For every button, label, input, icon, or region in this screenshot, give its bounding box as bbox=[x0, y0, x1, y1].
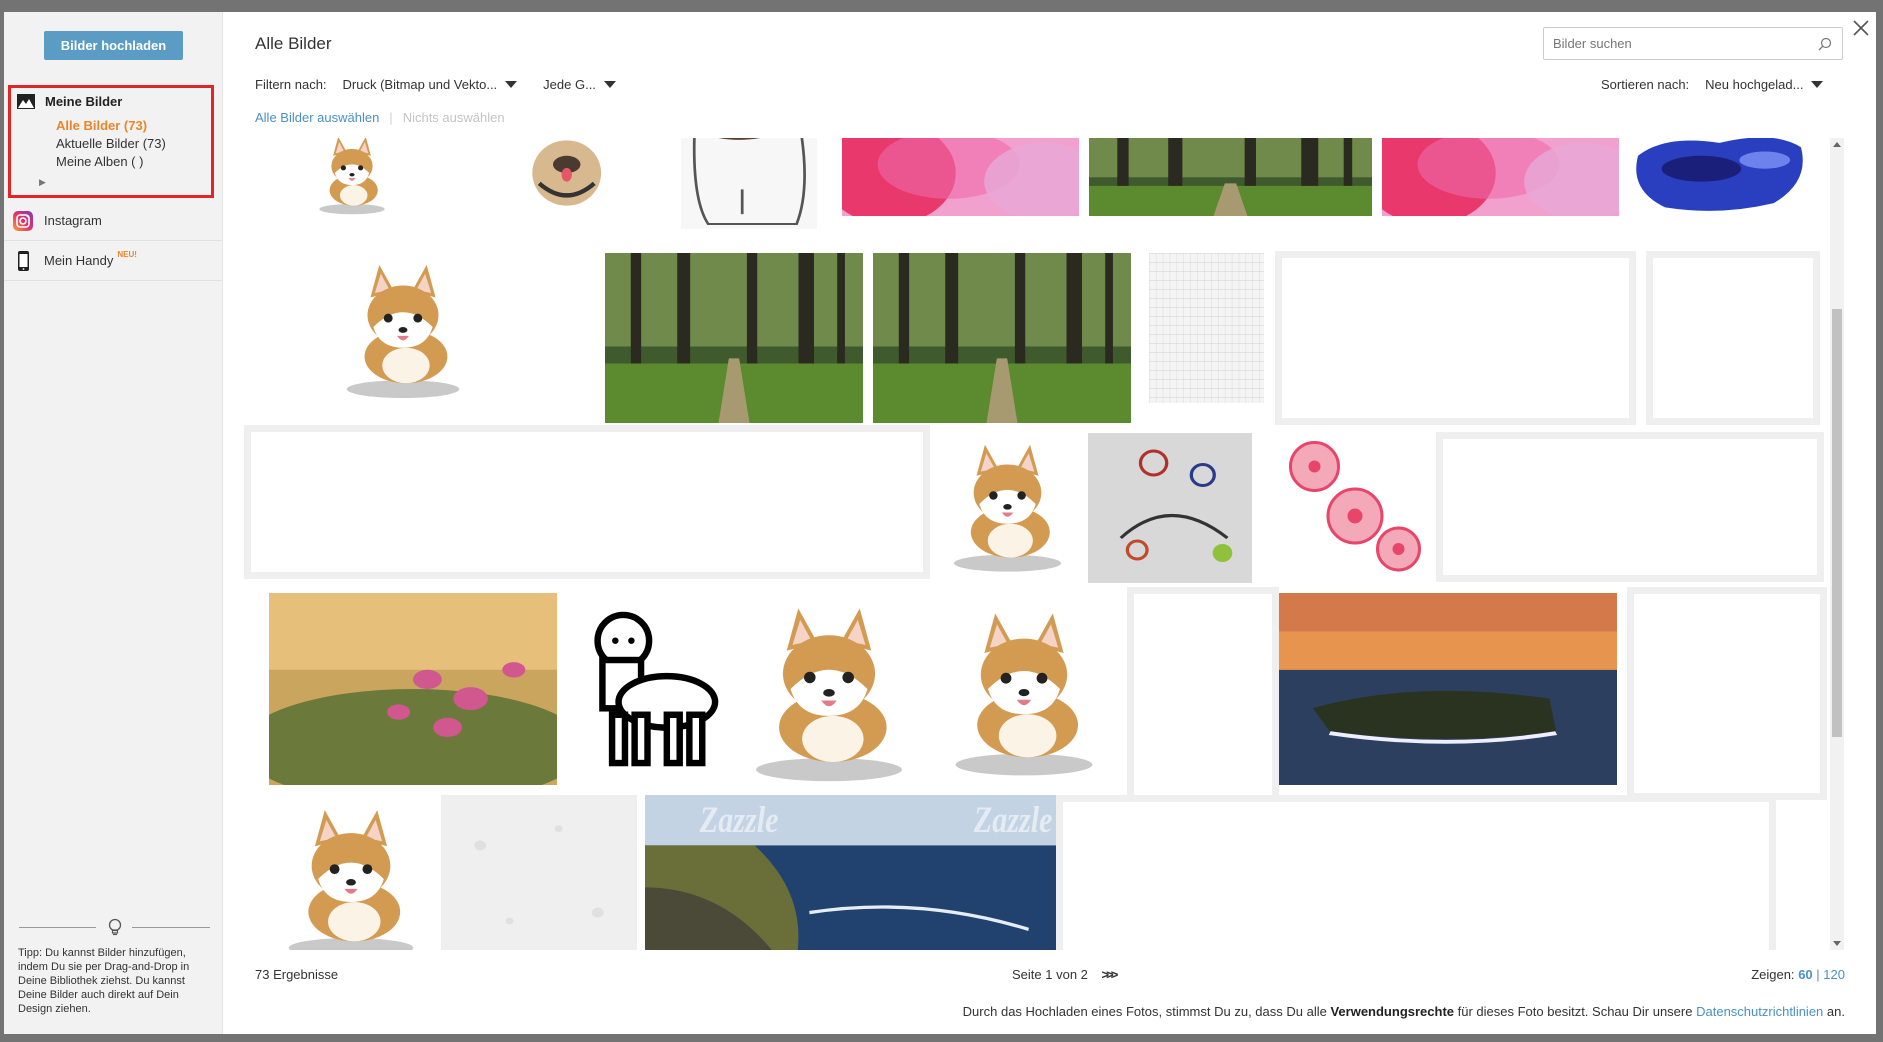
legal-text-3: an. bbox=[1826, 1004, 1845, 1019]
lightbulb-icon bbox=[108, 918, 122, 936]
watermark-text: Zazzle bbox=[699, 800, 779, 841]
forest-path-image[interactable] bbox=[1089, 138, 1372, 216]
filter-size-dropdown[interactable]: Jede G... bbox=[543, 77, 616, 92]
forest-path-image-2[interactable] bbox=[873, 253, 1131, 423]
selection-bar: Alle Bilder auswählen | Nichts auswählen bbox=[255, 110, 505, 125]
chevron-down-icon bbox=[603, 81, 616, 88]
search-input[interactable] bbox=[1544, 28, 1804, 59]
tip-text: Tipp: Du kannst Bilder hinzufügen, indem… bbox=[18, 947, 190, 1015]
search-icon[interactable] bbox=[1818, 37, 1832, 51]
paper-texture-image[interactable] bbox=[441, 795, 637, 950]
image-grid: Zazzle Zazzle bbox=[244, 138, 1828, 950]
image-library-dialog: Bilder hochladen Meine Bilder Alle Bilde… bbox=[4, 12, 1876, 1034]
new-badge: NEU! bbox=[117, 250, 137, 259]
show-60-link[interactable]: 60 bbox=[1798, 967, 1812, 982]
image-icon bbox=[17, 94, 35, 109]
results-count: 73 Ergebnisse bbox=[255, 967, 339, 982]
filter-bar: Filtern nach: Druck (Bitmap und Vekto...… bbox=[255, 77, 616, 92]
flowers-drawing-image[interactable] bbox=[1262, 429, 1433, 579]
tip-divider bbox=[132, 927, 210, 928]
sidebar-item-my-albums[interactable]: Meine Alben ( ) bbox=[56, 154, 143, 169]
blank-image[interactable] bbox=[1627, 587, 1827, 800]
show-divider: | bbox=[1816, 967, 1820, 982]
expand-albums-icon[interactable]: ▶ bbox=[39, 177, 46, 188]
scroll-up-icon[interactable] bbox=[1833, 142, 1841, 147]
show-label: Zeigen: bbox=[1751, 967, 1795, 982]
coast-sunset-image[interactable] bbox=[1279, 593, 1617, 785]
upload-images-button[interactable]: Bilder hochladen bbox=[44, 31, 183, 60]
coast-image[interactable]: Zazzle Zazzle bbox=[645, 795, 1056, 950]
tip-divider bbox=[19, 927, 96, 928]
scroll-thumb[interactable] bbox=[1832, 309, 1842, 737]
pug-sketch-image[interactable] bbox=[681, 138, 817, 229]
llama-image[interactable] bbox=[567, 593, 728, 785]
instagram-label: Instagram bbox=[44, 213, 102, 228]
chevron-down-icon bbox=[505, 81, 518, 88]
corgi-standing-image[interactable] bbox=[724, 593, 934, 785]
filter-type-dropdown[interactable]: Druck (Bitmap und Vekto... bbox=[343, 77, 518, 92]
pug-image[interactable] bbox=[490, 138, 640, 216]
sort-bar: Sortieren nach: Neu hochgelad... bbox=[1601, 77, 1824, 92]
instagram-icon bbox=[13, 210, 33, 231]
legal-text-2: für dieses Foto besitzt. Schau Dir unser… bbox=[1457, 1004, 1693, 1019]
scroll-down-icon[interactable] bbox=[1833, 941, 1841, 946]
blank-image[interactable] bbox=[1275, 251, 1636, 425]
my-phone-label: Mein Handy bbox=[44, 253, 114, 268]
pink-watercolor-image-2[interactable] bbox=[1382, 138, 1619, 216]
selection-divider: | bbox=[389, 110, 393, 125]
sidebar: Bilder hochladen Meine Bilder Alle Bilde… bbox=[4, 12, 223, 1034]
show-120-link[interactable]: 120 bbox=[1823, 967, 1845, 982]
next-page-icon[interactable]: >>> bbox=[1102, 967, 1119, 982]
flower-photo-image[interactable] bbox=[269, 593, 557, 785]
phone-icon bbox=[18, 250, 29, 271]
sort-value: Neu hochgelad... bbox=[1705, 77, 1804, 92]
legal-text-bold: Verwendungsrechte bbox=[1330, 1004, 1455, 1019]
corgi-back-image[interactable] bbox=[269, 138, 435, 216]
scrollbar[interactable] bbox=[1830, 138, 1844, 950]
watermark-text: Zazzle bbox=[973, 800, 1053, 841]
select-all-link[interactable]: Alle Bilder auswählen bbox=[255, 110, 379, 125]
sidebar-item-all-images[interactable]: Alle Bilder (73) bbox=[56, 118, 147, 133]
page-indicator: Seite 1 von 2 bbox=[1012, 967, 1088, 982]
quilling-image[interactable] bbox=[1088, 433, 1252, 583]
legal-notice: Durch das Hochladen eines Fotos, stimmst… bbox=[963, 1004, 1845, 1019]
search-field bbox=[1543, 27, 1843, 60]
blank-image[interactable] bbox=[1646, 251, 1820, 425]
blank-image[interactable] bbox=[1056, 795, 1776, 950]
corgi-sleeping-image[interactable] bbox=[312, 253, 494, 401]
my-images-section: Meine Bilder Alle Bilder (73) Aktuelle B… bbox=[8, 85, 214, 198]
sidebar-item-instagram[interactable]: Instagram bbox=[4, 201, 223, 241]
corgi-sitting-image-2[interactable] bbox=[934, 593, 1114, 785]
sidebar-item-recent-images[interactable]: Aktuelle Bilder (73) bbox=[56, 136, 166, 151]
filter-size-value: Jede G... bbox=[543, 77, 596, 92]
filter-type-value: Druck (Bitmap und Vekto... bbox=[342, 77, 498, 92]
my-images-heading[interactable]: Meine Bilder bbox=[17, 94, 122, 109]
select-none-link[interactable]: Nichts auswählen bbox=[403, 110, 505, 125]
corgi-sitting-image-3[interactable] bbox=[269, 795, 433, 950]
blue-watercolor-image[interactable] bbox=[1629, 138, 1810, 216]
forest-image[interactable] bbox=[605, 253, 863, 423]
my-images-title: Meine Bilder bbox=[45, 94, 123, 109]
close-icon[interactable] bbox=[1851, 18, 1871, 38]
blank-image[interactable] bbox=[1436, 432, 1824, 582]
sort-label: Sortieren nach: bbox=[1601, 77, 1690, 92]
chevron-down-icon bbox=[1811, 81, 1824, 88]
privacy-policy-link[interactable]: Datenschutzrichtlinien bbox=[1696, 1004, 1823, 1019]
sidebar-item-my-phone[interactable]: Mein Handy NEU! bbox=[4, 241, 223, 281]
page-size-selector: Zeigen: 60 | 120 bbox=[1751, 967, 1845, 982]
legal-text-1: Durch das Hochladen eines Fotos, stimmst… bbox=[962, 1004, 1327, 1019]
page-title: Alle Bilder bbox=[255, 34, 332, 53]
grid-paper-image[interactable] bbox=[1149, 253, 1264, 403]
blank-image[interactable] bbox=[244, 425, 930, 579]
corgi-sitting-image[interactable] bbox=[937, 429, 1078, 579]
sort-dropdown[interactable]: Neu hochgelad... bbox=[1705, 77, 1824, 92]
pink-watercolor-image[interactable] bbox=[842, 138, 1079, 216]
pagination: Seite 1 von 2 >>> bbox=[1012, 967, 1119, 982]
filter-label: Filtern nach: bbox=[255, 77, 327, 92]
